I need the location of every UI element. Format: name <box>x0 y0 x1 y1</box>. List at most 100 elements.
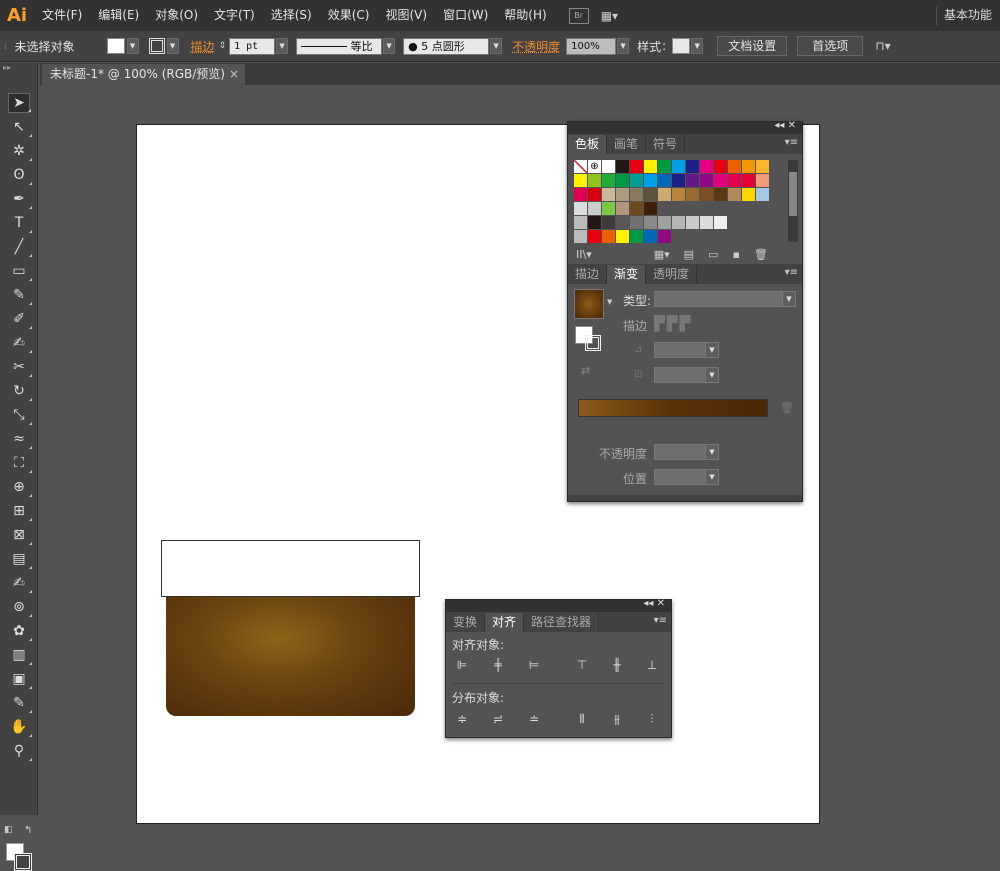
swatch[interactable] <box>644 174 658 188</box>
new-swatch-icon[interactable]: ▪ <box>732 248 739 261</box>
distribute-bottom-icon[interactable]: ≐ <box>526 711 542 727</box>
stroke-box[interactable] <box>14 853 32 871</box>
align-left-icon[interactable]: ⊫ <box>454 657 470 673</box>
swatch[interactable] <box>672 216 686 230</box>
swatch[interactable] <box>616 230 630 244</box>
swatch[interactable] <box>686 216 700 230</box>
distribute-left-icon[interactable]: ⫴ <box>574 711 590 727</box>
distribute-top-icon[interactable]: ≑ <box>454 711 470 727</box>
gradient-body-shape[interactable] <box>166 597 415 716</box>
swatch[interactable] <box>602 202 616 216</box>
swatch[interactable] <box>714 188 728 202</box>
default-colors-icon[interactable]: ◧ <box>4 825 13 835</box>
swatch[interactable] <box>588 230 602 244</box>
swatch[interactable] <box>658 230 672 244</box>
document-tab[interactable]: 未标题-1* @ 100% (RGB/预览) × <box>42 64 245 85</box>
opacity-field[interactable]: 100% <box>566 37 617 55</box>
stroke-weight-field[interactable]: 1 pt <box>229 37 276 55</box>
tab-0[interactable]: 变换 <box>446 613 486 632</box>
swatch[interactable] <box>602 160 616 174</box>
workspace-switcher[interactable]: 基本功能 <box>935 0 992 31</box>
symbol-sprayer-tool-icon[interactable]: ✿ <box>8 621 32 641</box>
swatch[interactable] <box>672 174 686 188</box>
style-swatch[interactable] <box>672 38 691 54</box>
stroke-gradient-buttons[interactable]: ▛▛▛ <box>654 316 722 334</box>
swatch[interactable] <box>686 188 700 202</box>
aspect-ratio-select[interactable]: ▼ <box>654 367 719 383</box>
swatch[interactable] <box>630 188 644 202</box>
stroke-color-swatch[interactable] <box>148 38 165 54</box>
swatch[interactable] <box>714 160 728 174</box>
swatch[interactable] <box>714 174 728 188</box>
gradient-slider-bar[interactable] <box>578 399 768 417</box>
align-vcenter-icon[interactable]: ╫ <box>609 657 625 673</box>
swatch[interactable] <box>742 188 756 202</box>
swatch[interactable] <box>686 174 700 188</box>
column-graph-tool-icon[interactable]: ▥ <box>8 645 32 665</box>
swatch[interactable] <box>728 160 742 174</box>
swatch-options-icon[interactable]: ▤ <box>684 248 694 261</box>
rotate-tool-icon[interactable]: ↻ <box>8 381 32 401</box>
stroke-profile-dropdown[interactable]: ▼ <box>383 38 396 54</box>
stroke-weight-dropdown[interactable]: ▼ <box>276 38 289 54</box>
blend-tool-icon[interactable]: ⊚ <box>8 597 32 617</box>
swatch[interactable] <box>700 160 714 174</box>
gradient-opacity-select[interactable]: ▼ <box>654 444 719 460</box>
paintbrush-tool-icon[interactable]: ✎ <box>8 285 32 305</box>
scissors-tool-icon[interactable]: ✂ <box>8 357 32 377</box>
swatch[interactable] <box>630 202 644 216</box>
lid-rectangle[interactable] <box>161 540 420 597</box>
tab-1[interactable]: 渐变 <box>607 265 647 284</box>
menu-item[interactable]: 视图(V) <box>377 0 435 31</box>
stroke-profile-field[interactable]: 等比 <box>296 37 383 55</box>
gradient-type-select[interactable]: ▼ <box>654 291 796 307</box>
line-segment-tool-icon[interactable]: ╱ <box>8 237 32 257</box>
menu-item[interactable]: 文字(T) <box>206 0 263 31</box>
opacity-dropdown[interactable]: ▼ <box>617 38 630 54</box>
swatch[interactable] <box>672 188 686 202</box>
registration-swatch[interactable]: ⊕ <box>588 160 602 174</box>
swatch-scrollbar[interactable] <box>788 160 798 242</box>
swatch[interactable] <box>588 188 602 202</box>
tab-2[interactable]: 透明度 <box>646 265 698 284</box>
distribute-vcenter-icon[interactable]: ≓ <box>490 711 506 727</box>
align-bottom-icon[interactable]: ⊥ <box>644 657 660 673</box>
swatch[interactable] <box>728 174 742 188</box>
brush-dropdown[interactable]: ▼ <box>490 38 503 54</box>
swatch[interactable] <box>616 202 630 216</box>
align-panel-menu-icon[interactable]: ▾≡ <box>654 615 667 626</box>
type-tool-icon[interactable]: T <box>8 213 32 233</box>
swatch[interactable] <box>700 216 714 230</box>
menu-item[interactable]: 效果(C) <box>320 0 378 31</box>
preferences-button[interactable]: 首选项 <box>797 36 864 56</box>
menu-item[interactable]: 对象(O) <box>147 0 206 31</box>
swatch[interactable] <box>574 174 588 188</box>
stroke-dropdown[interactable]: ▼ <box>166 38 179 54</box>
scrollbar-thumb[interactable] <box>789 172 797 216</box>
swatch[interactable] <box>574 188 588 202</box>
align-panel-header[interactable]: ◂◂ ✕ <box>446 598 671 612</box>
align-top-icon[interactable]: ⊤ <box>574 657 590 673</box>
swatch[interactable] <box>630 230 644 244</box>
swatch[interactable] <box>756 174 770 188</box>
zoom-tool-icon[interactable]: ⚲ <box>8 741 32 761</box>
scale-tool-icon[interactable]: ⤡ <box>8 405 32 425</box>
folder-icon[interactable] <box>574 216 588 230</box>
bridge-button[interactable]: Br <box>568 7 589 24</box>
menu-item[interactable]: 编辑(E) <box>90 0 147 31</box>
swatch[interactable] <box>644 216 658 230</box>
shape-builder-tool-icon[interactable]: ⊕ <box>8 477 32 497</box>
align-right-icon[interactable]: ⊨ <box>526 657 542 673</box>
mesh-tool-icon[interactable]: ⊠ <box>8 525 32 545</box>
gradient-panel-menu-icon[interactable]: ▾≡ <box>785 267 798 278</box>
swatch[interactable] <box>756 160 770 174</box>
swatch[interactable] <box>714 216 728 230</box>
swatch[interactable] <box>616 174 630 188</box>
magic-wand-tool-icon[interactable]: ✲ <box>8 141 32 161</box>
swatch[interactable] <box>700 174 714 188</box>
swatch[interactable] <box>644 188 658 202</box>
swatch-library-icon[interactable]: II\▾ <box>576 248 592 261</box>
swatch[interactable] <box>602 216 616 230</box>
swatch[interactable] <box>588 202 602 216</box>
close-icon[interactable]: × <box>229 64 239 85</box>
